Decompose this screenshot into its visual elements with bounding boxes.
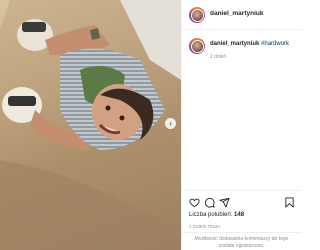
action-bar [182,190,301,212]
username-link[interactable]: daniel_martyniuk [210,10,263,17]
next-photo-button[interactable]: › [165,118,176,129]
caption-text: daniel_martyniuk #hardwork [210,41,289,47]
photo-illustration [0,0,181,250]
caption-avatar[interactable] [189,38,205,54]
comments-disabled-line1: Możliwość dodawania komentarzy do tego [194,236,289,242]
likes-count[interactable]: Liczba polubień: 148 [189,212,244,218]
post-photo[interactable]: › [0,0,181,250]
comments-disabled-notice: Możliwość dodawania komentarzy do tego z… [182,232,301,250]
send-icon[interactable] [219,197,230,208]
caption: daniel_martyniuk #hardwork 1 dzień [182,34,301,74]
likes-number: 148 [234,212,245,218]
post-header: daniel_martyniuk [182,0,301,30]
caption-username-link[interactable]: daniel_martyniuk [210,41,259,47]
post-timestamp: 1 DZIEŃ TEMU [189,224,221,229]
instagram-post: › daniel_martyniuk daniel_martyniuk #har… [0,0,301,250]
comments-disabled-line2: została ograniczona. [218,243,265,249]
post-sidebar: daniel_martyniuk daniel_martyniuk #hardw… [181,0,301,250]
heart-icon[interactable] [189,197,200,208]
comment-icon[interactable] [204,197,215,208]
caption-timestamp: 1 dzień [210,54,227,60]
bookmark-icon[interactable] [284,197,295,208]
hashtag-link[interactable]: #hardwork [261,41,289,47]
avatar[interactable] [189,7,205,23]
likes-label: Liczba polubień: [189,212,233,218]
